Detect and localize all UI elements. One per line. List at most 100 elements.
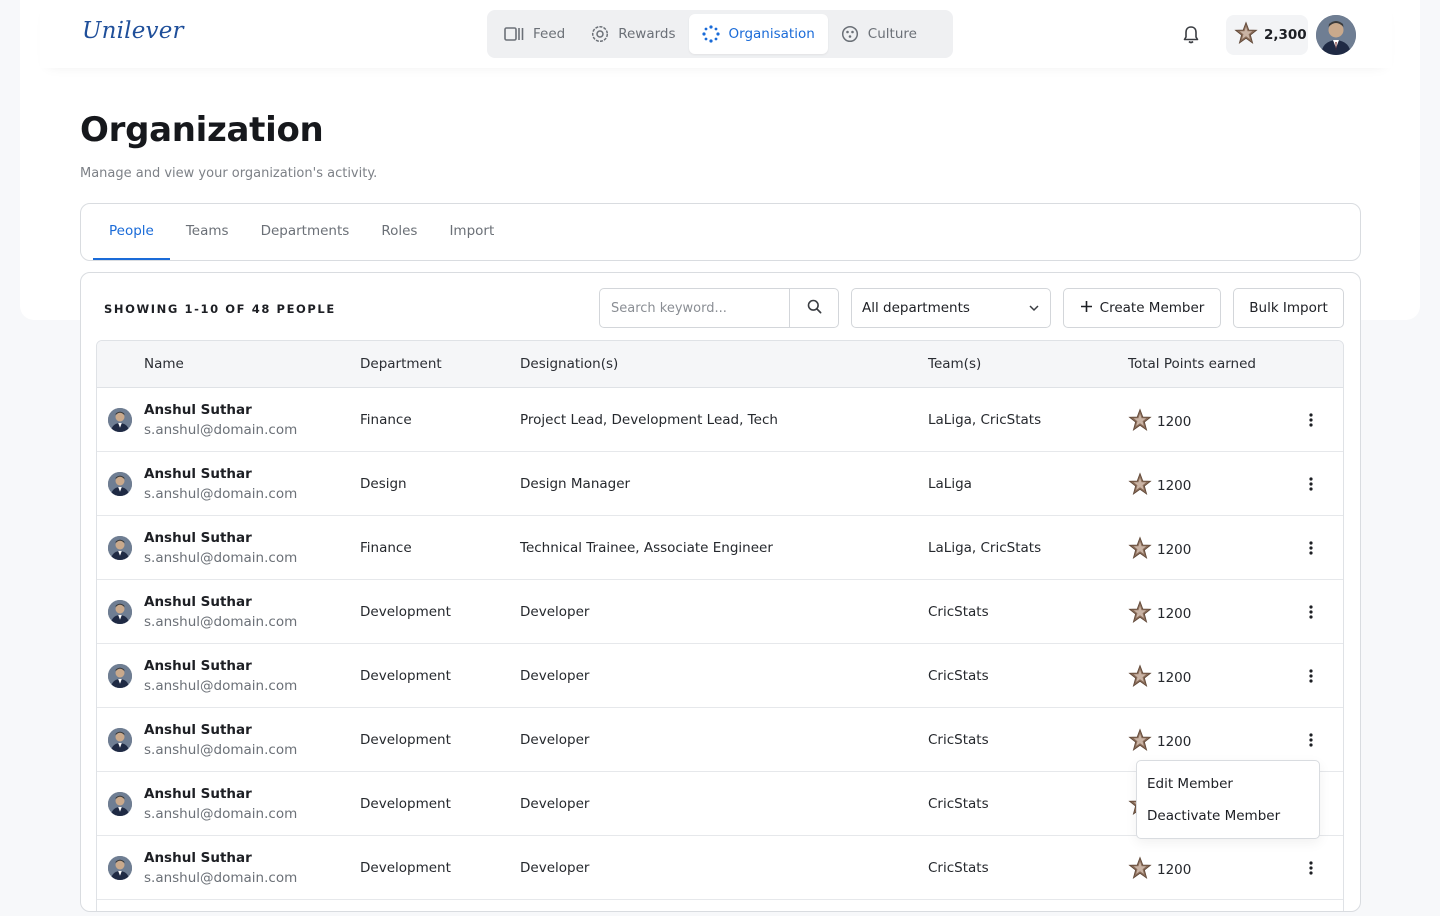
member-email: s.anshul@domain.com	[144, 486, 298, 502]
member-email: s.anshul@domain.com	[144, 422, 298, 438]
member-name[interactable]: Anshul Suthar	[144, 722, 252, 738]
user-avatar[interactable]	[1316, 15, 1356, 55]
member-name[interactable]: Anshul Suthar	[144, 786, 252, 802]
department-filter-select[interactable]: All departments	[851, 288, 1051, 328]
member-teams: CricStats	[928, 604, 989, 620]
tab-roles[interactable]: Roles	[365, 204, 433, 260]
member-points: 1200	[1128, 408, 1191, 436]
member-name[interactable]: Anshul Suthar	[144, 658, 252, 674]
more-options-icon[interactable]	[1302, 411, 1320, 429]
member-avatar	[108, 472, 132, 496]
member-email: s.anshul@domain.com	[144, 870, 298, 886]
member-points: 1200	[1128, 664, 1191, 692]
create-member-button[interactable]: Create Member	[1063, 288, 1221, 328]
points-balance[interactable]: 2,300	[1226, 15, 1308, 55]
member-teams: CricStats	[928, 796, 989, 812]
table-row[interactable]: Anshul Suthar s.anshul@domain.com Design De…	[97, 452, 1343, 516]
section-tabs: People Teams Departments Roles Import	[80, 203, 1361, 261]
member-name[interactable]: Anshul Suthar	[144, 594, 252, 610]
column-header-department[interactable]: Department	[360, 356, 442, 372]
member-designation: Technical Trainee, Associate Engineer	[520, 540, 773, 556]
member-designation: Developer	[520, 668, 590, 684]
create-member-label: Create Member	[1099, 300, 1205, 316]
bulk-import-button[interactable]: Bulk Import	[1233, 288, 1344, 328]
member-teams: LaLiga, CricStats	[928, 540, 1042, 556]
department-filter-value: All departments	[862, 300, 970, 316]
search-icon	[807, 299, 822, 318]
nav-item-label: Culture	[867, 26, 917, 42]
tab-people[interactable]: People	[93, 204, 170, 260]
member-teams: LaLiga, CricStats	[928, 412, 1042, 428]
table-row[interactable]: Anshul Suthar s.anshul@domain.com Finance P…	[97, 388, 1343, 452]
more-options-icon[interactable]	[1302, 603, 1320, 621]
member-teams: CricStats	[928, 860, 989, 876]
column-header-teams[interactable]: Team(s)	[928, 356, 981, 372]
member-name[interactable]: Anshul Suthar	[144, 466, 252, 482]
member-designation: Project Lead, Development Lead, Tech	[520, 412, 778, 428]
member-points: 1200	[1128, 472, 1191, 500]
page-title: Organization	[80, 110, 324, 150]
member-avatar	[108, 856, 132, 880]
tab-import[interactable]: Import	[433, 204, 510, 260]
table-row[interactable]: Anshul Suthar s.anshul@domain.com Developm…	[97, 644, 1343, 708]
star-medal-icon	[1128, 536, 1152, 564]
more-options-icon[interactable]	[1302, 731, 1320, 749]
member-avatar	[108, 536, 132, 560]
column-header-name[interactable]: Name	[144, 356, 184, 372]
member-name[interactable]: Anshul Suthar	[144, 850, 252, 866]
member-designation: Design Manager	[520, 476, 631, 492]
culture-icon	[841, 25, 859, 43]
member-department: Development	[360, 860, 451, 876]
nav-item-rewards[interactable]: Rewards	[578, 14, 688, 54]
column-header-designations[interactable]: Designation(s)	[520, 356, 618, 372]
table-row[interactable]: Anshul Suthar s.anshul@domain.com Developm…	[97, 836, 1343, 900]
page-subtitle: Manage and view your organization's acti…	[80, 166, 378, 181]
table-row[interactable]: Anshul Suthar s.anshul@domain.com Developm…	[97, 580, 1343, 644]
member-points: 1200	[1128, 728, 1191, 756]
table-header: Name Department Designation(s) Team(s) T…	[97, 341, 1343, 388]
organisation-icon	[701, 25, 720, 43]
rewards-icon	[591, 25, 609, 43]
search-input[interactable]	[600, 289, 789, 327]
tab-departments[interactable]: Departments	[245, 204, 366, 260]
star-medal-icon	[1128, 728, 1152, 756]
search-button[interactable]	[789, 289, 838, 327]
feed-icon	[504, 27, 524, 41]
brand-logo[interactable]: Unilever	[82, 18, 184, 44]
member-name[interactable]: Anshul Suthar	[144, 402, 252, 418]
star-medal-icon	[1234, 21, 1258, 49]
edit-member-menu-item[interactable]: Edit Member	[1147, 776, 1233, 792]
column-header-points[interactable]: Total Points earned	[1128, 356, 1256, 372]
member-points-value: 1200	[1157, 478, 1192, 494]
chevron-down-icon	[1028, 300, 1040, 316]
points-value: 2,300	[1264, 27, 1307, 43]
member-avatar	[108, 600, 132, 624]
tab-teams[interactable]: Teams	[170, 204, 245, 260]
nav-item-organisation[interactable]: Organisation	[688, 14, 828, 54]
member-teams: CricStats	[928, 668, 989, 684]
member-name[interactable]: Anshul Suthar	[144, 530, 252, 546]
results-count: SHOWING 1-10 OF 48 PEOPLE	[104, 302, 336, 316]
nav-item-feed[interactable]: Feed	[491, 14, 578, 54]
member-department: Development	[360, 604, 451, 620]
member-avatar	[108, 408, 132, 432]
star-medal-icon	[1128, 664, 1152, 692]
more-options-icon[interactable]	[1302, 475, 1320, 493]
deactivate-member-menu-item[interactable]: Deactivate Member	[1147, 808, 1280, 824]
more-options-icon[interactable]	[1302, 667, 1320, 685]
nav-item-culture[interactable]: Culture	[828, 14, 930, 54]
star-medal-icon	[1128, 472, 1152, 500]
table-row[interactable]: Anshul Suthar s.anshul@domain.com Finance T…	[97, 516, 1343, 580]
member-department: Finance	[360, 412, 412, 428]
member-points-value: 1200	[1157, 670, 1192, 686]
star-medal-icon	[1128, 600, 1152, 628]
member-points: 1200	[1128, 600, 1191, 628]
member-points-value: 1200	[1157, 862, 1192, 878]
nav-item-label: Organisation	[728, 26, 815, 42]
member-points-value: 1200	[1157, 542, 1192, 558]
notification-bell-icon[interactable]	[1182, 25, 1200, 49]
member-points: 1200	[1128, 856, 1191, 884]
member-department: Design	[360, 476, 407, 492]
more-options-icon[interactable]	[1302, 859, 1320, 877]
more-options-icon[interactable]	[1302, 539, 1320, 557]
